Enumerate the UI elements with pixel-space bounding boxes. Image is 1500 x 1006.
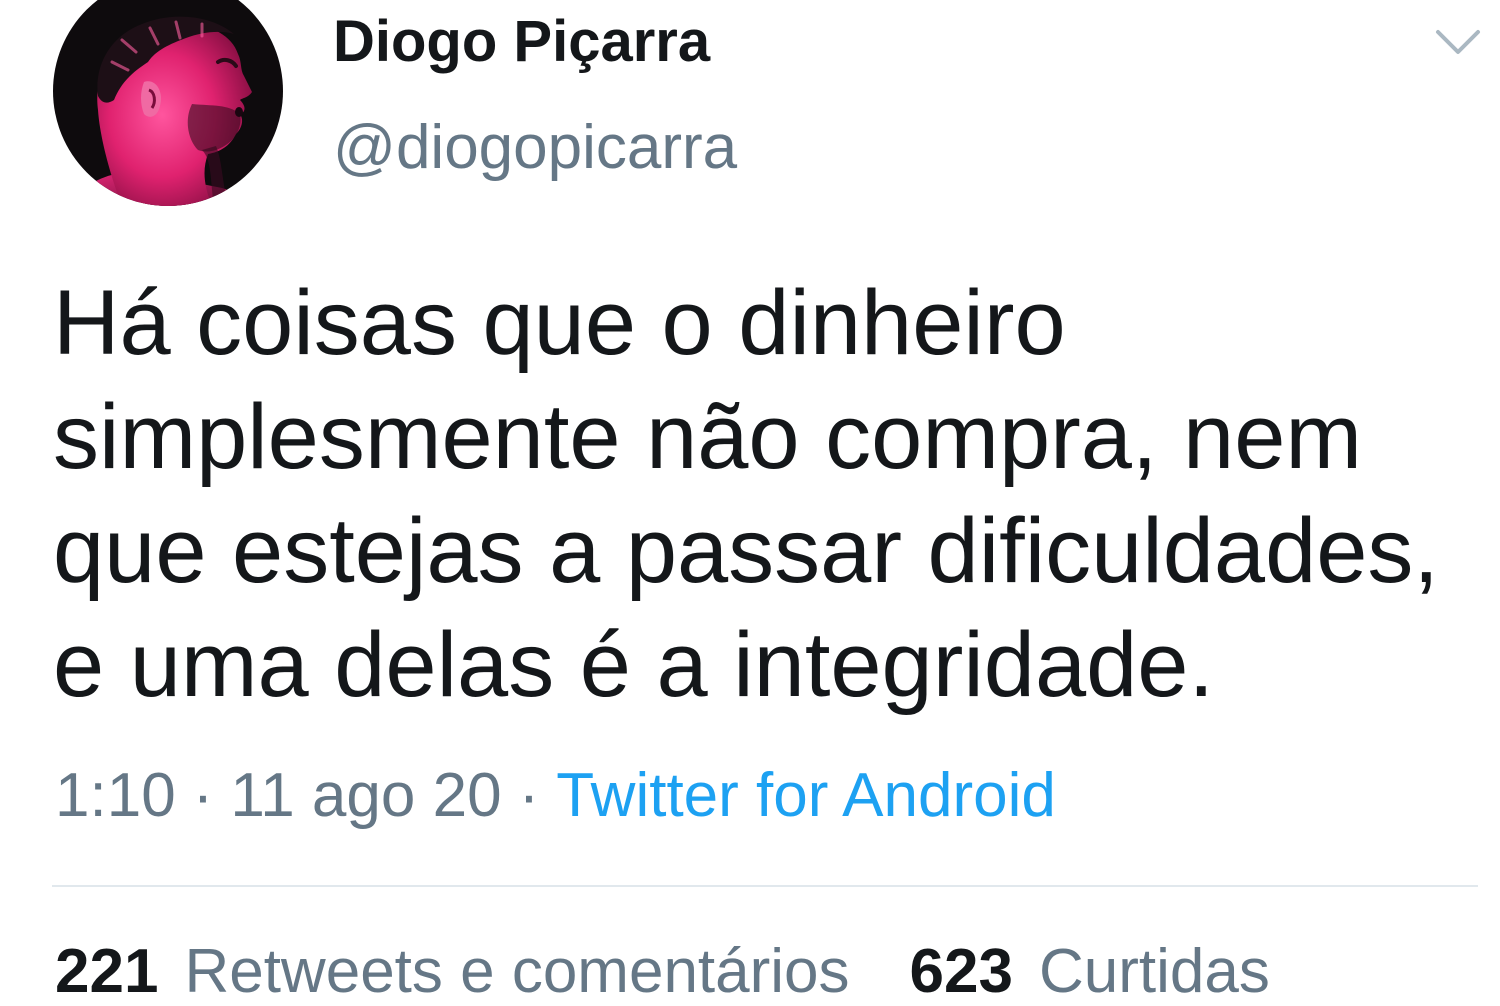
tweet-time: 1:10: [55, 761, 176, 830]
tweet-source-link[interactable]: Twitter for Android: [556, 760, 1056, 832]
tweet-text-line: que estejas a passar dificuldades,: [53, 500, 1439, 602]
likes-count: 623: [909, 937, 1013, 1006]
chevron-down-icon: [1436, 30, 1480, 54]
tweet-text-line: Há coisas que o dinheiro: [53, 272, 1066, 374]
tweet-date: 11 ago 20: [230, 761, 502, 830]
divider: [52, 885, 1478, 887]
tweet-text: Há coisas que o dinheiro simplesmente nã…: [53, 266, 1439, 722]
likes-stat[interactable]: 623 Curtidas: [909, 937, 1270, 1006]
avatar[interactable]: [52, 0, 284, 206]
tweet-meta: 1:10 · 11 ago 20 · Twitter for Android: [55, 760, 1056, 832]
tweet-detail: Diogo Piçarra @diogopicarra Há coisas qu…: [0, 0, 1500, 1006]
likes-label: Curtidas: [1038, 937, 1270, 1006]
avatar-photo: [53, 0, 283, 206]
retweets-stat[interactable]: 221 Retweets e comentários: [55, 937, 850, 1006]
tweet-text-line: e uma delas é a integridade.: [53, 614, 1215, 716]
retweets-label: Retweets e comentários: [184, 937, 850, 1006]
author-handle[interactable]: @diogopicarra: [333, 112, 737, 184]
tweet-stats: 221 Retweets e comentários 623 Curtidas: [55, 937, 1270, 1006]
meta-separator: ·: [192, 761, 214, 830]
tweet-menu-button[interactable]: [1434, 26, 1482, 58]
chevron-down-stroke: [1436, 30, 1480, 54]
retweets-count: 221: [55, 937, 159, 1006]
author-name[interactable]: Diogo Piçarra: [333, 7, 710, 77]
tweet-text-line: simplesmente não compra, nem: [53, 386, 1363, 488]
avatar-mouth: [235, 107, 243, 117]
meta-separator: ·: [518, 761, 540, 830]
